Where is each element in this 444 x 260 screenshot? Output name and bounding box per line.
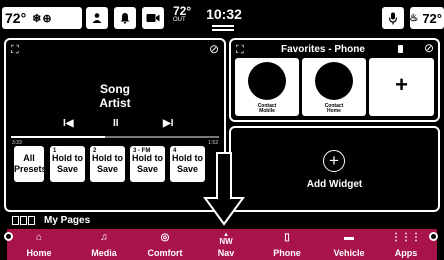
clock: 10:32 <box>206 6 242 22</box>
my-pages-label[interactable]: My Pages <box>44 215 90 226</box>
preset-4-button[interactable]: 4 Hold to Save <box>170 146 205 182</box>
previous-track-icon[interactable]: I◀ <box>63 118 73 129</box>
preset-label: Hold to Save <box>172 153 203 174</box>
preset-3-button[interactable]: 3 - FM Hold to Save <box>130 146 165 182</box>
nav-vehicle[interactable]: ▬ Vehicle <box>320 229 378 260</box>
all-presets-button[interactable]: All Presets <box>14 146 47 182</box>
nav-media[interactable]: ♫ Media <box>75 229 133 260</box>
heated-seat-icon: ♨ <box>409 12 419 24</box>
preset-label: Hold to Save <box>52 153 83 174</box>
nav-label: Nav <box>217 248 235 258</box>
nav-navigation[interactable]: ▲ NW Nav <box>197 229 255 260</box>
comfort-icon: ◎ <box>160 232 170 243</box>
vehicle-icon: ▬ <box>344 232 354 243</box>
nav-label: Phone <box>273 248 301 258</box>
favorites-title: Favorites - Phone <box>281 44 365 55</box>
pause-icon[interactable]: II <box>113 118 119 129</box>
nav-label: Comfort <box>147 248 183 258</box>
home-icon: ⌂ <box>35 232 43 243</box>
driver-icon[interactable] <box>86 7 108 29</box>
artist-name: Artist <box>99 96 131 110</box>
status-bar: 72° ❄⊕ 72° OUT 10:32 ♨ 72° <box>0 0 444 34</box>
favorite-contact-home[interactable]: Contact Home <box>302 58 366 116</box>
edit-icon[interactable]: ⊘ <box>209 43 219 55</box>
down-arrow-icon <box>203 152 245 226</box>
page-icon[interactable] <box>28 216 35 225</box>
add-widget-icon: + <box>323 150 345 172</box>
favorite-contact-mobile[interactable]: Contact Mobile <box>235 58 299 116</box>
nav-label: Home <box>26 248 52 258</box>
add-favorite-button[interactable]: + <box>369 58 434 116</box>
nav-apps[interactable]: ⋮⋮⋮ Apps <box>377 229 435 260</box>
add-widget-label: Add Widget <box>306 179 363 190</box>
apps-grid-icon: ⋮⋮⋮ <box>391 232 421 243</box>
preset-number: 1 <box>53 148 57 154</box>
preset-number: 2 <box>93 148 97 154</box>
nav-label: Vehicle <box>333 248 365 258</box>
drawer-grip[interactable] <box>212 25 234 27</box>
nav-comfort[interactable]: ◎ Comfort <box>136 229 194 260</box>
contact-type: Mobile <box>259 108 275 114</box>
song-title: Song <box>100 82 130 96</box>
music-note-icon: ♫ <box>100 232 108 243</box>
avatar <box>248 62 286 100</box>
microphone-icon[interactable] <box>382 7 404 29</box>
preset-number: 4 <box>173 148 177 154</box>
expand-icon[interactable]: ⛶ <box>236 45 244 56</box>
preset-1-button[interactable]: 1 Hold to Save <box>50 146 85 182</box>
all-presets-label: All Presets <box>14 153 47 174</box>
preset-number: 3 - FM <box>133 148 151 154</box>
expand-icon[interactable]: ⛶ <box>11 45 19 56</box>
driver-temp: 72° <box>5 10 27 26</box>
edit-icon[interactable]: ⊘ <box>424 42 434 54</box>
page-icon[interactable] <box>20 216 27 225</box>
preset-2-button[interactable]: 2 Hold to Save <box>90 146 125 182</box>
favorites-phone-widget[interactable]: ⛶ Favorites - Phone ⊘ Contact Mobile Con… <box>229 38 440 122</box>
avatar <box>315 62 353 100</box>
passenger-temp: 72° <box>422 10 442 26</box>
nav-home[interactable]: ⌂ Home <box>10 229 68 260</box>
preset-label: Hold to Save <box>92 153 123 174</box>
passenger-climate-control[interactable]: ♨ 72° <box>409 7 444 29</box>
nav-label: Apps <box>394 248 418 258</box>
add-widget-card[interactable]: + Add Widget <box>229 126 440 212</box>
nav-phone[interactable]: ▯ Phone <box>258 229 316 260</box>
contact-type: Home <box>327 108 341 114</box>
outside-temperature: 72° OUT <box>173 5 191 24</box>
compass-heading: NW <box>219 237 233 246</box>
phone-icon: ▯ <box>284 232 290 243</box>
climate-fan-icon: ❄⊕ <box>32 12 53 25</box>
phone-icon <box>398 45 403 53</box>
progress-bar[interactable] <box>11 136 219 138</box>
progress-fill <box>11 136 105 138</box>
nav-label: Media <box>91 248 117 258</box>
notification-bell-icon[interactable] <box>114 7 136 29</box>
next-track-icon[interactable]: ▶I <box>163 118 173 129</box>
page-icon[interactable] <box>12 216 19 225</box>
drawer-grip[interactable] <box>212 29 234 31</box>
camera-icon[interactable] <box>142 7 164 29</box>
preset-label: Hold to Save <box>132 153 163 174</box>
media-widget[interactable]: ⛶ ⊘ Song Artist I◀ II ▶I 3:33 1:52 All P… <box>4 38 226 212</box>
total-time: 1:52 <box>208 140 218 146</box>
plus-icon: + <box>395 72 408 97</box>
driver-climate-control[interactable]: 72° ❄⊕ <box>2 7 82 29</box>
